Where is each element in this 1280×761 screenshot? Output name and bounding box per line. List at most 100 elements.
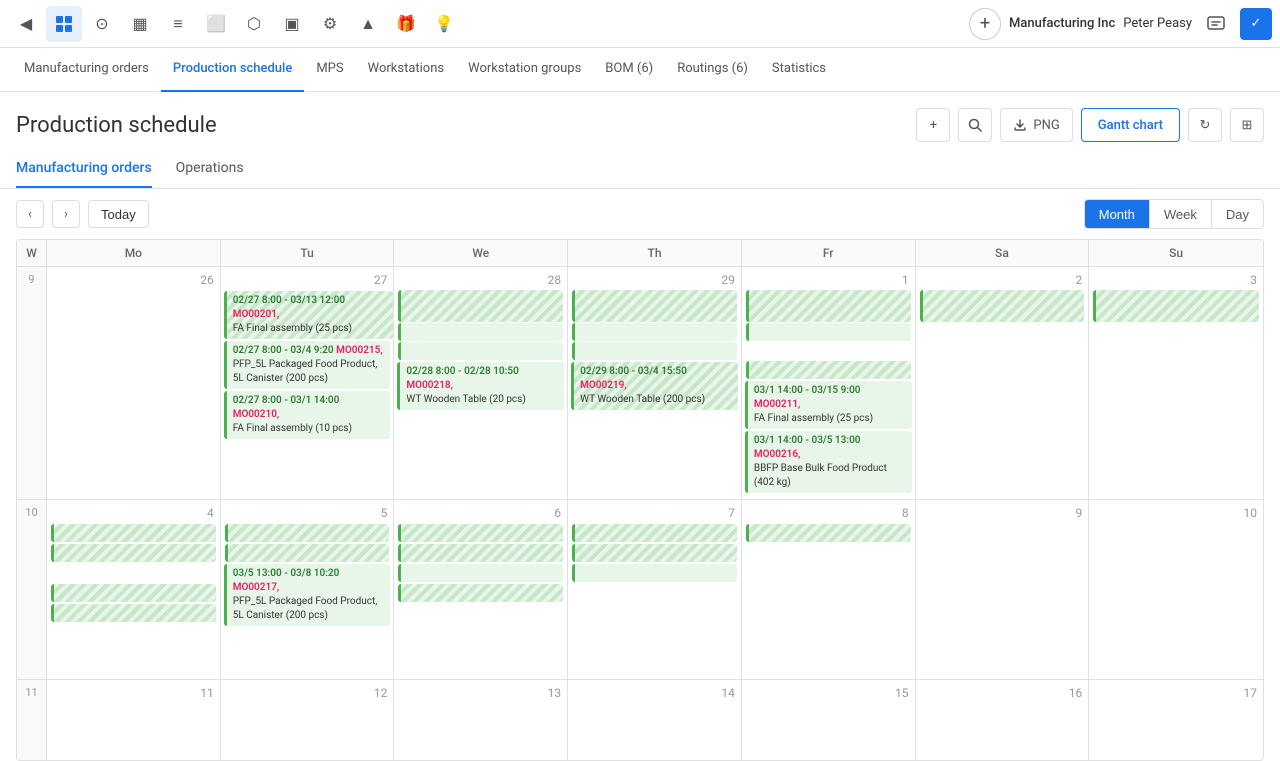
date-17: 17	[1091, 684, 1261, 702]
chat-icon[interactable]	[1200, 8, 1232, 40]
week10-th: 7	[568, 500, 742, 679]
week11-sa: 16	[916, 680, 1090, 760]
nav-manufacturing-orders[interactable]: Manufacturing orders	[12, 48, 161, 92]
topbar: ◀ ⊙ ▦ ≡ ⬜ ⬡ ▣ ⚙ ▲ 🎁 💡 + Manufacturing In…	[0, 0, 1280, 48]
calendar-header: W Mo Tu We Th Fr Sa Su	[17, 240, 1263, 267]
nav-mps[interactable]: MPS	[304, 48, 355, 92]
folder-icon[interactable]: ▣	[274, 6, 310, 42]
shield-icon[interactable]: ▲	[350, 6, 386, 42]
date-10: 10	[1091, 504, 1261, 522]
date-4: 4	[49, 504, 218, 522]
week11-tu: 12	[221, 680, 395, 760]
week11-su: 17	[1089, 680, 1263, 760]
week9-we: 28 02/28 8:00 - 02/28 10:50 MO00218, WT …	[394, 267, 568, 499]
week-11-num: 11	[17, 680, 47, 760]
event-mo00218[interactable]: 02/28 8:00 - 02/28 10:50 MO00218, WT Woo…	[397, 362, 564, 410]
prev-button[interactable]: ‹	[16, 200, 44, 228]
date-7: 7	[570, 504, 739, 522]
grid-view-button[interactable]: ⊞	[1230, 108, 1264, 142]
event-mo00211[interactable]: 03/1 14:00 - 03/15 9:00 MO00211, FA Fina…	[745, 381, 912, 429]
week9-th: 29 02/29 8:00 - 03/4 15:50 MO00219, WT W…	[568, 267, 742, 499]
content-tabs: Manufacturing orders Operations	[0, 150, 1280, 189]
date-1: 1	[744, 271, 913, 289]
topbar-icons: ◀ ⊙ ▦ ≡ ⬜ ⬡ ▣ ⚙ ▲ 🎁 💡	[8, 6, 462, 42]
nav-bom[interactable]: BOM (6)	[593, 48, 665, 92]
download-png-button[interactable]: PNG	[1000, 108, 1072, 142]
date-29: 29	[570, 271, 739, 289]
tab-manufacturing-orders[interactable]: Manufacturing orders	[16, 150, 152, 188]
topbar-right: + Manufacturing Inc Peter Peasy ✓	[969, 8, 1272, 40]
list-icon[interactable]: ≡	[160, 6, 196, 42]
week10-fr: 8	[742, 500, 916, 679]
page-header: Production schedule + PNG Gantt chart ↻ …	[0, 92, 1280, 142]
settings-icon[interactable]: ⚙	[312, 6, 348, 42]
date-15: 15	[744, 684, 913, 702]
gift-icon[interactable]: 🎁	[388, 6, 424, 42]
week-11-row: 11 11 12 13 14 15 16 17	[17, 680, 1263, 760]
refresh-button[interactable]: ↻	[1188, 108, 1222, 142]
nav-production-schedule[interactable]: Production schedule	[161, 48, 304, 92]
app-icon-active[interactable]	[46, 6, 82, 42]
week-view-button[interactable]: Week	[1150, 200, 1212, 228]
date-14: 14	[570, 684, 739, 702]
nav-workstation-groups[interactable]: Workstation groups	[456, 48, 593, 92]
date-3: 3	[1091, 271, 1261, 289]
spinner-icon[interactable]: ⊙	[84, 6, 120, 42]
date-2: 2	[918, 271, 1087, 289]
header-sa: Sa	[916, 240, 1090, 266]
week11-th: 14	[568, 680, 742, 760]
week9-fr: 1 03/1 14:00 - 03/15 9:00 MO00211, FA Fi…	[742, 267, 916, 499]
date-5: 5	[223, 504, 392, 522]
event-mo00215[interactable]: 02/27 8:00 - 03/4 9:20 MO00215, PFP_5L P…	[224, 341, 391, 389]
week10-we: 6	[394, 500, 568, 679]
grid-icon[interactable]: ▦	[122, 6, 158, 42]
hex-icon[interactable]: ⬡	[236, 6, 272, 42]
check-icon[interactable]: ✓	[1240, 8, 1272, 40]
gantt-chart-button[interactable]: Gantt chart	[1081, 108, 1180, 142]
calendar-controls: ‹ › Today Month Week Day	[0, 189, 1280, 239]
week10-su: 10	[1089, 500, 1263, 679]
png-label: PNG	[1033, 118, 1059, 133]
add-button[interactable]: +	[969, 8, 1001, 40]
week10-tu: 5 03/5 13:00 - 03/8 10:20 MO00217, PFP_5…	[221, 500, 395, 679]
date-9: 9	[918, 504, 1087, 522]
lightbulb-icon[interactable]: 💡	[426, 6, 462, 42]
nav-statistics[interactable]: Statistics	[760, 48, 838, 92]
event-mo00216[interactable]: 03/1 14:00 - 03/5 13:00 MO00216, BBFP Ba…	[745, 431, 912, 493]
box-icon[interactable]: ⬜	[198, 6, 234, 42]
week9-su: 3	[1089, 267, 1263, 499]
header-week: W	[17, 240, 47, 266]
next-button[interactable]: ›	[52, 200, 80, 228]
header-su: Su	[1089, 240, 1263, 266]
month-view-button[interactable]: Month	[1085, 200, 1150, 228]
tab-operations[interactable]: Operations	[176, 150, 244, 188]
week-9-row: 9 26 27 02/27 8:00 - 03/13 12:00 MO00201…	[17, 267, 1263, 500]
add-record-button[interactable]: +	[916, 108, 950, 142]
nav-routings[interactable]: Routings (6)	[665, 48, 760, 92]
header-fr: Fr	[742, 240, 916, 266]
nav-workstations[interactable]: Workstations	[356, 48, 457, 92]
week11-we: 13	[394, 680, 568, 760]
day-view-button[interactable]: Day	[1212, 200, 1263, 228]
date-8: 8	[744, 504, 913, 522]
week9-sa: 2	[916, 267, 1090, 499]
week11-fr: 15	[742, 680, 916, 760]
date-11-mo: 11	[49, 684, 218, 702]
date-27: 27	[223, 271, 392, 289]
week9-mo: 26	[47, 267, 221, 499]
header-th: Th	[568, 240, 742, 266]
view-switcher: Month Week Day	[1084, 199, 1264, 229]
search-button[interactable]	[958, 108, 992, 142]
back-icon[interactable]: ◀	[8, 6, 44, 42]
week10-mo: 4	[47, 500, 221, 679]
event-mo00217[interactable]: 03/5 13:00 - 03/8 10:20 MO00217, PFP_5L …	[224, 564, 391, 626]
header-we: We	[394, 240, 568, 266]
event-mo00219[interactable]: 02/29 8:00 - 03/4 15:50 MO00219, WT Wood…	[571, 362, 738, 410]
date-12: 12	[223, 684, 392, 702]
event-mo00210[interactable]: 02/27 8:00 - 03/1 14:00 MO00210, FA Fina…	[224, 391, 391, 439]
week-10-row: 10 4 5 03/5 13:00 - 03/8 10:20 MO00217, …	[17, 500, 1263, 680]
event-mo00201[interactable]: 02/27 8:00 - 03/13 12:00 MO00201, FA Fin…	[224, 291, 394, 339]
date-6: 6	[396, 504, 565, 522]
today-button[interactable]: Today	[88, 200, 149, 228]
date-28: 28	[396, 271, 565, 289]
